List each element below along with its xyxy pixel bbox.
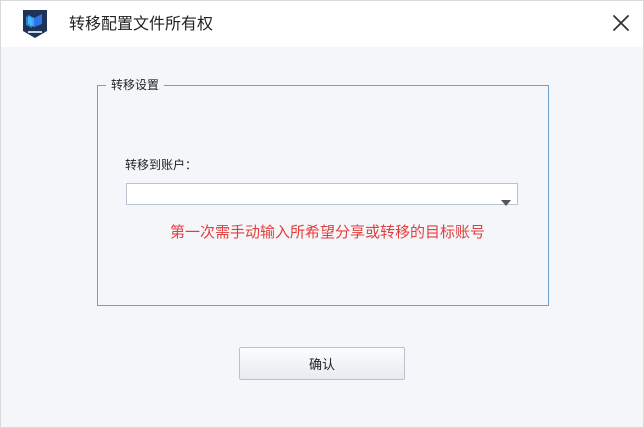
close-icon — [613, 15, 629, 31]
confirm-button[interactable]: 确认 — [239, 347, 405, 380]
close-button[interactable] — [608, 10, 634, 36]
transfer-settings-group: 转移设置 转移到账户： 第一次需手动输入所希望分享或转移的目标账号 — [97, 77, 549, 306]
app-logo-icon — [21, 8, 49, 40]
dialog-content: 转移设置 转移到账户： 第一次需手动输入所希望分享或转移的目标账号 确认 — [1, 47, 643, 427]
title-bar: 转移配置文件所有权 — [1, 1, 643, 47]
window-title: 转移配置文件所有权 — [69, 14, 214, 33]
chevron-down-icon — [501, 191, 511, 206]
group-title: 转移设置 — [106, 77, 165, 93]
target-account-select[interactable] — [126, 183, 518, 206]
target-account-label: 转移到账户： — [125, 158, 198, 172]
hint-text: 第一次需手动输入所希望分享或转移的目标账号 — [170, 223, 486, 241]
transfer-ownership-dialog: 转移配置文件所有权 转移设置 转移到账户： 第一次需手动输入所希望分享或转移的目… — [0, 0, 644, 428]
